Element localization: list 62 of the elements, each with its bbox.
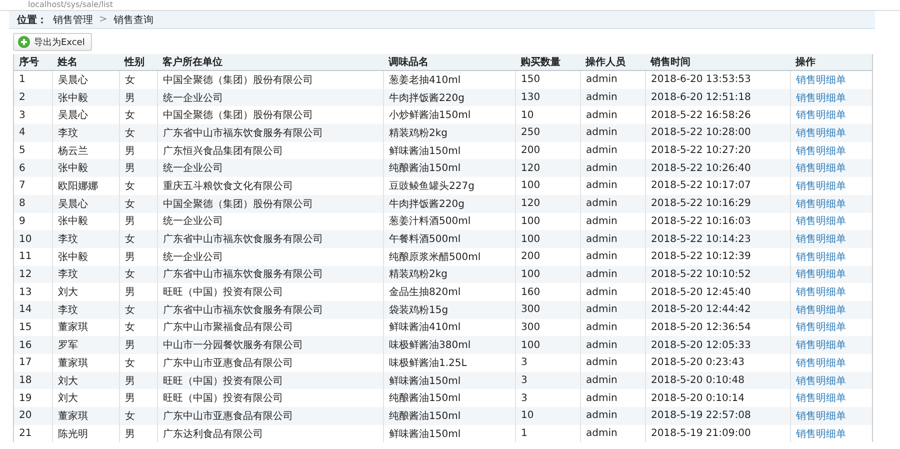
column-header: 性别 — [120, 54, 158, 70]
table-cell: 陈光明 — [52, 424, 120, 442]
detail-link[interactable]: 销售明细单 — [796, 180, 846, 192]
table-cell: 18 — [14, 372, 52, 390]
table-cell: 14 — [14, 300, 52, 319]
column-header: 序号 — [14, 54, 52, 70]
table-cell: 16 — [14, 336, 52, 354]
column-header: 客户所在单位 — [158, 54, 384, 70]
address-url[interactable]: localhost/sys/sale/list — [28, 0, 114, 10]
table-cell: 9 — [14, 212, 52, 230]
table-cell: 2018-5-19 21:09:00 — [646, 424, 790, 442]
detail-link[interactable]: 销售明细单 — [796, 287, 846, 298]
breadcrumb-item[interactable]: 销售查询 — [113, 12, 154, 26]
detail-link[interactable]: 销售明细单 — [796, 198, 846, 210]
breadcrumb-label: 位置： — [17, 14, 47, 26]
table-cell: 8 — [14, 194, 52, 212]
detail-link[interactable]: 销售明细单 — [796, 110, 846, 122]
table-cell: 7 — [14, 177, 52, 195]
table-cell: 19 — [14, 389, 52, 408]
detail-link[interactable]: 销售明细单 — [796, 234, 846, 246]
table-cell: 12 — [14, 266, 52, 284]
detail-link[interactable]: 销售明细单 — [796, 269, 846, 280]
detail-link[interactable]: 销售明细单 — [796, 92, 846, 104]
detail-link[interactable]: 销售明细单 — [796, 216, 846, 228]
breadcrumb-item[interactable]: 销售管理 — [53, 12, 93, 26]
breadcrumb-separator: > — [99, 14, 108, 25]
table-cell: 21 — [14, 424, 52, 442]
table-cell: 15 — [14, 318, 52, 336]
table-cell: 3 — [14, 106, 52, 124]
table-cell: admin — [580, 424, 646, 442]
column-header: 销售时间 — [646, 54, 790, 70]
table-cell: 10 — [14, 230, 52, 248]
column-header: 操作 — [790, 54, 872, 70]
table-cell: 1 — [14, 70, 52, 89]
detail-link[interactable]: 销售明细单 — [796, 340, 846, 352]
column-header: 操作人员 — [580, 54, 646, 70]
column-header: 调味品名 — [384, 54, 516, 70]
detail-link[interactable]: 销售明细单 — [796, 304, 846, 316]
detail-link[interactable]: 销售明细单 — [796, 358, 846, 369]
plus-icon — [18, 36, 30, 48]
table-cell: 鲜味酱油150ml — [384, 424, 516, 442]
detail-link[interactable]: 销售明细单 — [796, 146, 846, 157]
detail-link[interactable]: 销售明细单 — [796, 376, 846, 387]
detail-link[interactable]: 销售明细单 — [796, 393, 846, 404]
table-cell: 17 — [14, 354, 52, 372]
table-cell: 11 — [14, 248, 52, 266]
table-cell: 男 — [120, 424, 158, 442]
detail-link[interactable]: 销售明细单 — [796, 322, 846, 334]
detail-link[interactable]: 销售明细单 — [796, 410, 846, 422]
column-header: 姓名 — [52, 54, 120, 70]
detail-link[interactable]: 销售明细单 — [796, 252, 846, 263]
table-cell: 1 — [516, 424, 580, 442]
detail-link[interactable]: 销售明细单 — [796, 428, 846, 440]
table-cell: 13 — [14, 283, 52, 301]
detail-link[interactable]: 销售明细单 — [796, 128, 846, 139]
table-cell: 广东达利食品有限公司 — [158, 424, 384, 442]
column-header: 购买数量 — [516, 54, 580, 70]
export-button[interactable]: 导出为Excel — [13, 33, 92, 51]
detail-link[interactable]: 销售明细单 — [796, 163, 846, 174]
table-cell: 20 — [14, 407, 52, 425]
detail-link[interactable]: 销售明细单 — [796, 74, 846, 86]
table-cell: 5 — [14, 142, 52, 160]
